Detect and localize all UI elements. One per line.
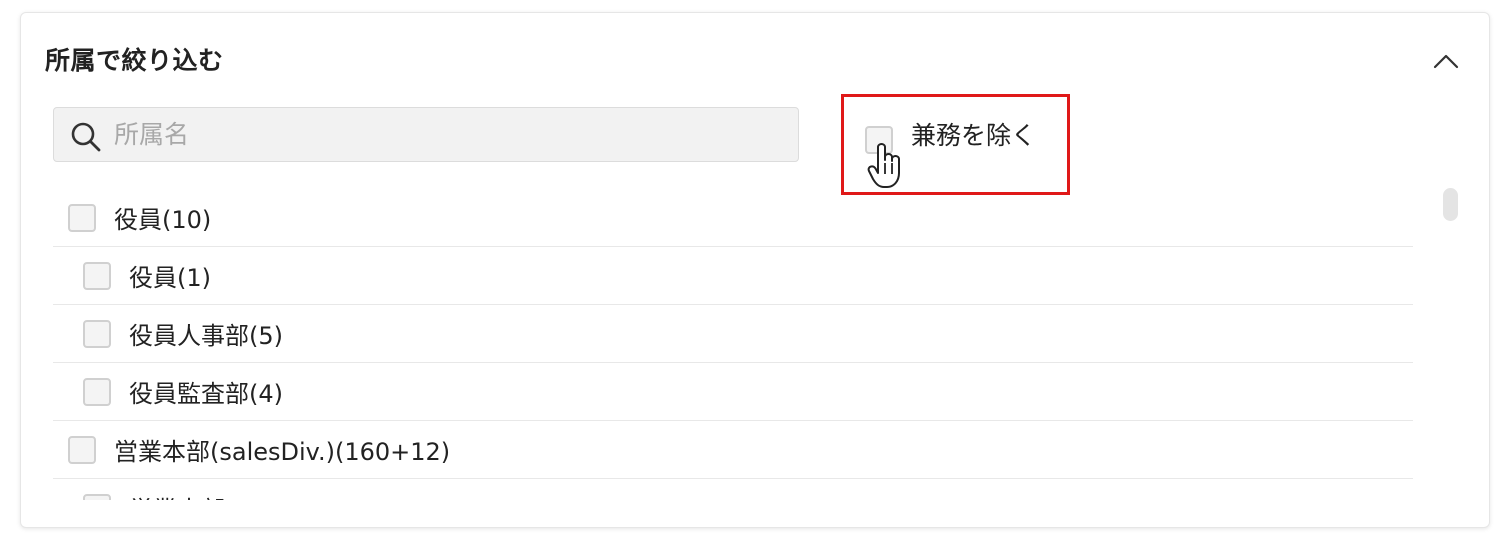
scrollbar-thumb[interactable] — [1443, 188, 1458, 221]
item-checkbox[interactable] — [68, 203, 96, 232]
search-input[interactable] — [114, 114, 774, 154]
list-item[interactable]: 役員人事部(5) — [53, 305, 1413, 363]
list-item[interactable]: 役員監査部(4) — [53, 363, 1413, 421]
item-checkbox[interactable] — [68, 435, 96, 464]
filter-panel: 所属で絞り込む 兼務を除く 役員(10) 役員(1) 役員人 — [20, 12, 1490, 528]
item-label: 役員監査部(4) — [129, 380, 283, 408]
panel-title: 所属で絞り込む — [45, 46, 224, 75]
item-label: 営業本部(salesDiv.)(160+12) — [114, 438, 451, 466]
exclude-concurrent-label: 兼務を除く — [911, 121, 1037, 150]
item-checkbox[interactable] — [83, 377, 111, 406]
exclude-concurrent-checkbox[interactable] — [865, 126, 893, 154]
list-item[interactable]: 営業本部 — [53, 479, 1413, 500]
item-checkbox[interactable] — [83, 319, 111, 348]
collapse-button[interactable] — [1426, 43, 1466, 79]
item-label: 役員人事部(5) — [129, 322, 283, 350]
list-item[interactable]: 営業本部(salesDiv.)(160+12) — [53, 421, 1413, 479]
item-label: 役員(1) — [129, 264, 211, 292]
search-box[interactable] — [53, 107, 799, 162]
list-item[interactable]: 役員(10) — [53, 189, 1413, 247]
exclude-concurrent-option[interactable]: 兼務を除く — [865, 120, 1036, 160]
item-label: 営業本部 — [129, 490, 225, 500]
item-checkbox[interactable] — [83, 261, 111, 290]
department-list: 役員(10) 役員(1) 役員人事部(5) 役員監査部(4) 営業本部(sale… — [53, 189, 1413, 500]
list-item[interactable]: 役員(1) — [53, 247, 1413, 305]
search-icon — [71, 122, 101, 152]
item-label: 役員(10) — [114, 206, 212, 234]
item-checkbox[interactable] — [83, 493, 111, 500]
chevron-up-icon — [1433, 54, 1459, 69]
